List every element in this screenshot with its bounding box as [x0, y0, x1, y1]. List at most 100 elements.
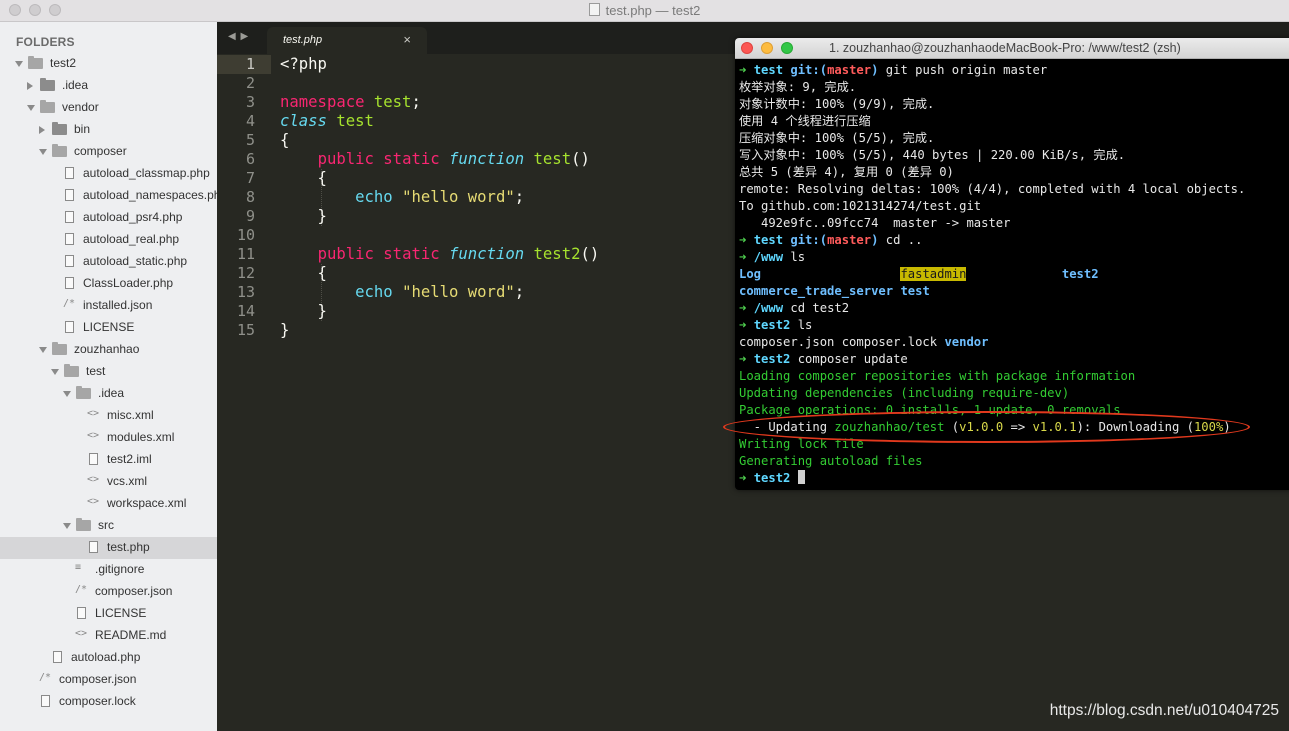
- terminal-line: 总共 5 (差异 4), 复用 0 (差异 0): [739, 164, 1245, 181]
- sidebar-item-label: autoload.php: [71, 650, 141, 664]
- terminal-close-button[interactable]: [741, 42, 753, 54]
- sidebar-item[interactable]: /* installed.json: [0, 295, 217, 317]
- file-icon: [65, 255, 74, 267]
- sidebar-item[interactable]: /* composer.json: [0, 669, 217, 691]
- sidebar-item[interactable]: test: [0, 361, 217, 383]
- terminal-line: remote: Resolving deltas: 100% (4/4), co…: [739, 181, 1245, 198]
- tab-navigation-arrows-icon[interactable]: ◀ ▶: [228, 31, 249, 42]
- code-area[interactable]: <?php namespace test; class test{ public s…: [280, 55, 599, 340]
- sidebar-item[interactable]: <> misc.xml: [0, 405, 217, 427]
- terminal-window[interactable]: 1. zouzhanhao@zouzhanhaodeMacBook-Pro: /…: [735, 38, 1289, 490]
- disclosure-down-icon[interactable]: [51, 369, 59, 375]
- code-line: }: [280, 207, 599, 226]
- terminal-token: test2: [1061, 267, 1099, 281]
- sidebar-item[interactable]: autoload_namespaces.php: [0, 185, 217, 207]
- sidebar-item[interactable]: composer.lock: [0, 691, 217, 713]
- folder-icon: [76, 386, 91, 399]
- code-token: echo: [355, 283, 393, 301]
- terminal-token: 对象计数中: 100% (9/9), 完成.: [739, 97, 935, 111]
- sidebar-item[interactable]: <> vcs.xml: [0, 471, 217, 493]
- terminal-output[interactable]: ➜ test git:(master) git push origin mast…: [739, 62, 1245, 487]
- terminal-line: 枚举对象: 9, 完成.: [739, 79, 1245, 96]
- terminal-line: 对象计数中: 100% (9/9), 完成.: [739, 96, 1245, 113]
- line-number: 1: [245, 55, 255, 73]
- terminal-token: ➜: [739, 233, 754, 247]
- sidebar-item[interactable]: composer: [0, 141, 217, 163]
- terminal-token: test2: [753, 318, 791, 332]
- code-line: echo "hello word";: [280, 283, 599, 302]
- sidebar-item[interactable]: src: [0, 515, 217, 537]
- terminal-zoom-button[interactable]: [781, 42, 793, 54]
- sidebar-item[interactable]: autoload.php: [0, 647, 217, 669]
- disclosure-down-icon[interactable]: [39, 347, 47, 353]
- code-token: test: [336, 112, 374, 130]
- code-token: {: [280, 131, 290, 149]
- sidebar-item-label: LICENSE: [95, 606, 147, 620]
- sidebar-item[interactable]: /* composer.json: [0, 581, 217, 603]
- folder-icon: [52, 122, 67, 135]
- terminal-minimize-button[interactable]: [761, 42, 773, 54]
- sidebar-item[interactable]: vendor: [0, 97, 217, 119]
- terminal-token: composer update: [790, 352, 908, 366]
- terminal-token: Loading composer repositories with packa…: [739, 369, 1136, 383]
- disclosure-down-icon[interactable]: [27, 105, 35, 111]
- sidebar-item[interactable]: ≡ .gitignore: [0, 559, 217, 581]
- code-token: echo: [355, 188, 393, 206]
- tab-test-php[interactable]: test.php ×: [267, 27, 427, 54]
- sidebar-item[interactable]: LICENSE: [0, 317, 217, 339]
- disclosure-down-icon[interactable]: [63, 391, 71, 397]
- line-number: 8: [245, 188, 255, 206]
- sidebar-item[interactable]: ClassLoader.php: [0, 273, 217, 295]
- sidebar-item[interactable]: autoload_static.php: [0, 251, 217, 273]
- terminal-token: composer.json composer.lock: [739, 335, 945, 349]
- disclosure-right-icon[interactable]: [27, 82, 33, 90]
- disclosure-right-icon[interactable]: [39, 126, 45, 134]
- sidebar-item[interactable]: <> workspace.xml: [0, 493, 217, 515]
- sidebar-item[interactable]: zouzhanhao: [0, 339, 217, 361]
- code-token: (): [580, 245, 600, 263]
- folder-icon: [52, 342, 67, 355]
- sidebar-item[interactable]: bin: [0, 119, 217, 141]
- terminal-token: =>: [1003, 420, 1033, 434]
- terminal-token: 总共 5 (差异 4), 复用 0 (差异 0): [739, 165, 954, 179]
- sidebar-item[interactable]: autoload_classmap.php: [0, 163, 217, 185]
- terminal-line: ➜ test2: [739, 470, 1245, 487]
- terminal-token: 写入对象中: 100% (5/5), 440 bytes | 220.00 Ki…: [739, 148, 1126, 162]
- sidebar-item[interactable]: <> modules.xml: [0, 427, 217, 449]
- file-icon: [65, 277, 74, 289]
- code-token: static: [383, 245, 440, 263]
- sidebar-item[interactable]: LICENSE: [0, 603, 217, 625]
- terminal-line: 492e9fc..09fcc74 master -> master: [739, 215, 1245, 232]
- terminal-token: ➜: [739, 63, 754, 77]
- sidebar-item[interactable]: .idea: [0, 75, 217, 97]
- disclosure-down-icon[interactable]: [63, 523, 71, 529]
- code-token: <?php: [280, 55, 327, 73]
- sidebar-item[interactable]: .idea: [0, 383, 217, 405]
- disclosure-down-icon[interactable]: [15, 61, 23, 67]
- sidebar-item[interactable]: test2.iml: [0, 449, 217, 471]
- close-tab-icon[interactable]: ×: [403, 32, 411, 47]
- sidebar-item-label: test2: [50, 56, 77, 70]
- disclosure-down-icon[interactable]: [39, 149, 47, 155]
- terminal-title: 1. zouzhanhao@zouzhanhaodeMacBook-Pro: /…: [829, 41, 1181, 55]
- terminal-token: Updating dependencies (including require…: [739, 386, 1070, 400]
- code-token: ;: [514, 188, 525, 206]
- sidebar-item[interactable]: autoload_psr4.php: [0, 207, 217, 229]
- line-number: 9: [245, 207, 255, 225]
- sidebar-item[interactable]: test.php: [0, 537, 217, 559]
- terminal-line: - Updating zouzhanhao/test (v1.0.0 => v1…: [739, 419, 1245, 436]
- sidebar-item-label: misc.xml: [107, 408, 154, 422]
- sidebar-item[interactable]: autoload_real.php: [0, 229, 217, 251]
- code-token: (): [571, 150, 590, 168]
- terminal-token: Package operations: 0 installs, 1 update…: [739, 403, 1121, 417]
- folders-header: FOLDERS: [16, 35, 75, 49]
- terminal-line: ➜ /www cd test2: [739, 300, 1245, 317]
- sidebar-item[interactable]: <> README.md: [0, 625, 217, 647]
- sidebar-item[interactable]: test2: [0, 53, 217, 75]
